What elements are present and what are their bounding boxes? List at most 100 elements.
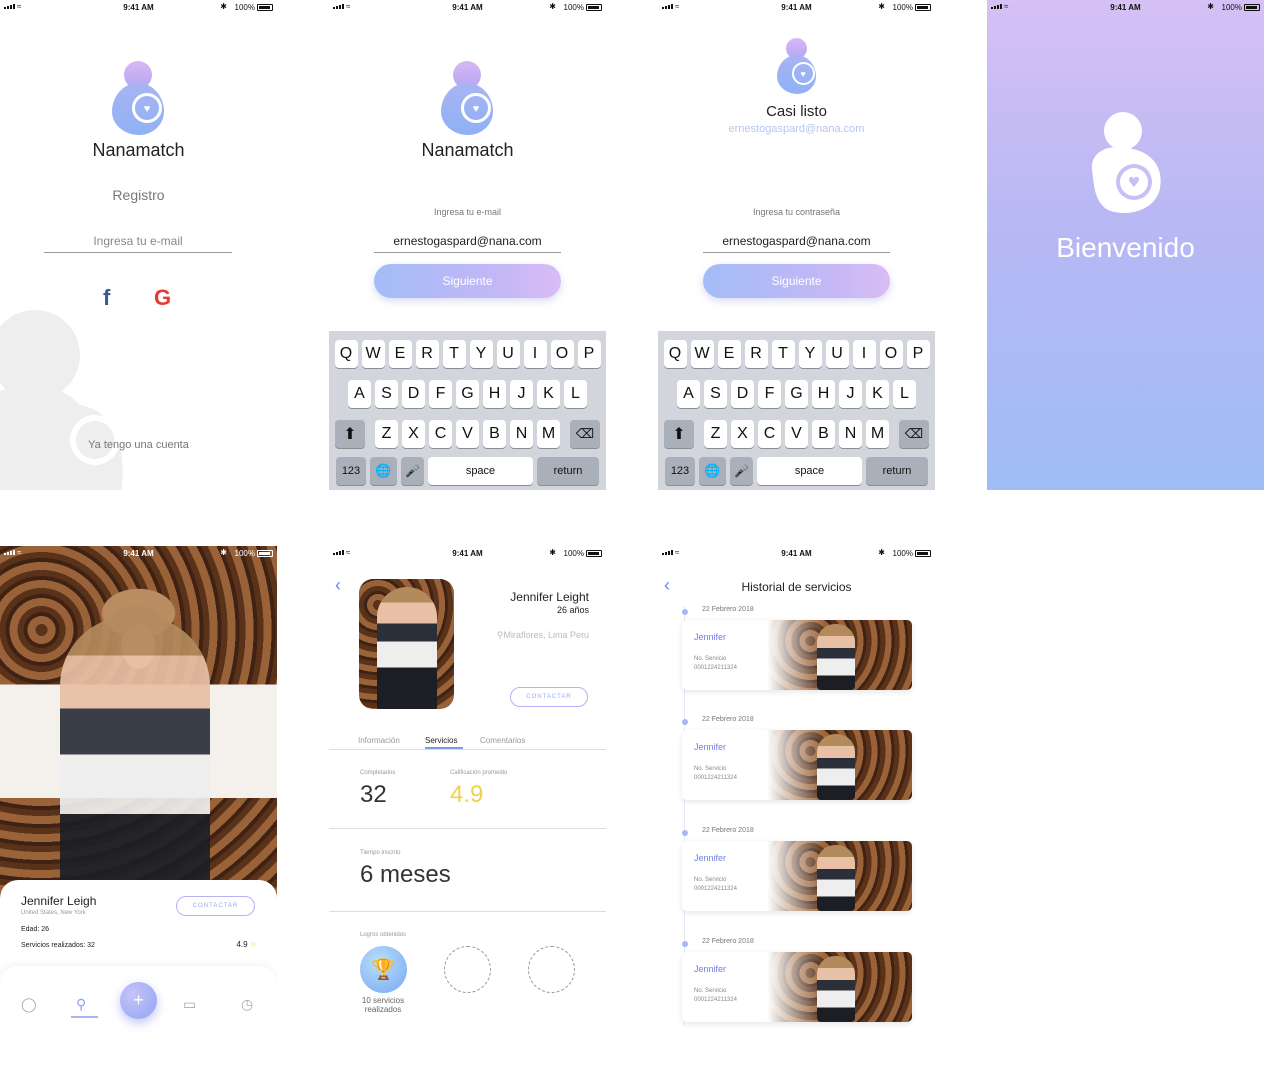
history-item[interactable]: 22 Febrero 2018 Jennifer No. Servicio 00… <box>680 716 912 806</box>
key-y[interactable]: Y <box>469 340 493 368</box>
achievement-line-2: realizados <box>364 1005 402 1014</box>
have-account-link[interactable]: Ya tengo una cuenta <box>0 439 277 451</box>
tab-servicios[interactable]: Servicios <box>425 736 457 745</box>
key-p[interactable]: P <box>906 340 930 368</box>
key-g[interactable]: G <box>785 380 808 408</box>
globe-icon[interactable]: 🌐 <box>370 457 397 485</box>
key-w[interactable]: W <box>690 340 714 368</box>
contact-button[interactable]: CONTACTAR <box>176 896 255 916</box>
key-x[interactable]: X <box>731 420 754 448</box>
key-m[interactable]: M <box>866 420 889 448</box>
key-q[interactable]: Q <box>663 340 687 368</box>
email-field[interactable] <box>374 229 561 253</box>
service-card[interactable]: Jennifer No. Servicio 0001224211324 <box>682 841 912 911</box>
password-field[interactable] <box>703 229 890 253</box>
key-n[interactable]: N <box>839 420 862 448</box>
key-o[interactable]: O <box>879 340 903 368</box>
search-tab-icon[interactable]: ⚲ <box>76 996 86 1013</box>
microphone-icon[interactable]: 🎤 <box>401 457 424 485</box>
contact-button[interactable]: CONTACTAR <box>510 687 588 707</box>
key-t[interactable]: T <box>771 340 795 368</box>
key-h[interactable]: H <box>483 380 506 408</box>
key-s[interactable]: S <box>375 380 398 408</box>
key-n[interactable]: N <box>510 420 533 448</box>
space-key[interactable]: space <box>757 457 862 485</box>
back-chevron-icon[interactable]: ‹ <box>335 575 341 596</box>
backspace-icon[interactable]: ⌫ <box>570 420 600 448</box>
key-e[interactable]: E <box>388 340 412 368</box>
key-m[interactable]: M <box>537 420 560 448</box>
key-i[interactable]: I <box>852 340 876 368</box>
key-b[interactable]: B <box>483 420 506 448</box>
facebook-icon[interactable]: f <box>103 285 110 311</box>
key-z[interactable]: Z <box>375 420 398 448</box>
key-q[interactable]: Q <box>334 340 358 368</box>
next-button[interactable]: Siguiente <box>703 264 890 298</box>
microphone-icon[interactable]: 🎤 <box>730 457 753 485</box>
status-bar: ≈ 9:41 AM ✱ 100% <box>0 0 277 16</box>
history-item[interactable]: 22 Febrero 2018 Jennifer No. Servicio 00… <box>680 606 912 696</box>
email-field[interactable] <box>44 229 232 253</box>
key-p[interactable]: P <box>577 340 601 368</box>
shift-icon[interactable]: ⬆ <box>335 420 365 448</box>
screen-registro: ≈ 9:41 AM ✱ 100% ♥ Nanamatch Registro f … <box>0 0 277 490</box>
next-button[interactable]: Siguiente <box>374 264 561 298</box>
key-w[interactable]: W <box>361 340 385 368</box>
key-z[interactable]: Z <box>704 420 727 448</box>
key-a[interactable]: A <box>348 380 371 408</box>
profile-tab-icon[interactable]: ◯ <box>21 996 37 1013</box>
key-c[interactable]: C <box>429 420 452 448</box>
key-s[interactable]: S <box>704 380 727 408</box>
key-r[interactable]: R <box>744 340 768 368</box>
return-key[interactable]: return <box>866 457 928 485</box>
add-button[interactable]: + <box>120 982 157 1019</box>
key-g[interactable]: G <box>456 380 479 408</box>
shift-icon[interactable]: ⬆ <box>664 420 694 448</box>
key-b[interactable]: B <box>812 420 835 448</box>
globe-icon[interactable]: 🌐 <box>699 457 726 485</box>
key-x[interactable]: X <box>402 420 425 448</box>
key-y[interactable]: Y <box>798 340 822 368</box>
payment-tab-icon[interactable]: ▭ <box>183 996 196 1013</box>
key-a[interactable]: A <box>677 380 700 408</box>
backspace-icon[interactable]: ⌫ <box>899 420 929 448</box>
key-u[interactable]: U <box>825 340 849 368</box>
key-f[interactable]: F <box>429 380 452 408</box>
key-t[interactable]: T <box>442 340 466 368</box>
tab-comentarios[interactable]: Comentarios <box>480 736 525 745</box>
key-h[interactable]: H <box>812 380 835 408</box>
key-c[interactable]: C <box>758 420 781 448</box>
key-v[interactable]: V <box>785 420 808 448</box>
return-key[interactable]: return <box>537 457 599 485</box>
history-tab-icon[interactable]: ◷ <box>241 996 253 1013</box>
key-i[interactable]: I <box>523 340 547 368</box>
key-l[interactable]: L <box>893 380 916 408</box>
space-key[interactable]: space <box>428 457 533 485</box>
history-item[interactable]: 22 Febrero 2018 Jennifer No. Servicio 00… <box>680 938 912 1028</box>
service-card[interactable]: Jennifer No. Servicio 0001224211324 <box>682 952 912 1022</box>
key-j[interactable]: J <box>510 380 533 408</box>
key-j[interactable]: J <box>839 380 862 408</box>
numbers-key[interactable]: 123 <box>336 457 366 485</box>
key-l[interactable]: L <box>564 380 587 408</box>
google-icon[interactable]: G <box>154 285 171 311</box>
service-card[interactable]: Jennifer No. Servicio 0001224211324 <box>682 620 912 690</box>
key-e[interactable]: E <box>717 340 741 368</box>
history-item[interactable]: 22 Febrero 2018 Jennifer No. Servicio 00… <box>680 827 912 917</box>
key-f[interactable]: F <box>758 380 781 408</box>
service-card[interactable]: Jennifer No. Servicio 0001224211324 <box>682 730 912 800</box>
key-k[interactable]: K <box>537 380 560 408</box>
caregiver-name: Jennifer <box>694 742 727 752</box>
key-u[interactable]: U <box>496 340 520 368</box>
service-date: 22 Febrero 2018 <box>702 938 754 945</box>
key-r[interactable]: R <box>415 340 439 368</box>
page-title: Casi listo <box>766 103 827 120</box>
key-o[interactable]: O <box>550 340 574 368</box>
battery-icon <box>257 550 273 557</box>
tab-informacion[interactable]: Información <box>358 736 400 745</box>
key-k[interactable]: K <box>866 380 889 408</box>
numbers-key[interactable]: 123 <box>665 457 695 485</box>
key-v[interactable]: V <box>456 420 479 448</box>
key-d[interactable]: D <box>402 380 425 408</box>
key-d[interactable]: D <box>731 380 754 408</box>
